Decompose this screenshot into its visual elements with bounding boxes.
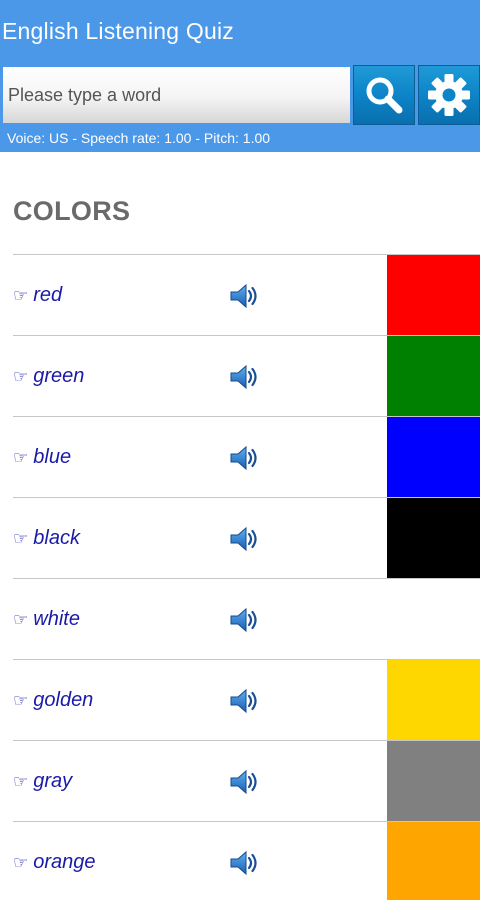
pointing-hand-icon: ☞ xyxy=(13,286,29,305)
word-link-golden[interactable]: ☞ golden xyxy=(13,660,93,740)
pointing-hand-icon: ☞ xyxy=(13,691,29,710)
search-icon xyxy=(366,77,403,114)
word-link-gray[interactable]: ☞ gray xyxy=(13,741,72,821)
word-label: green xyxy=(33,364,85,387)
word-row: ☞ blue xyxy=(13,417,480,498)
color-swatch-green xyxy=(387,336,480,416)
speaker-icon[interactable] xyxy=(229,443,263,473)
word-label: gray xyxy=(33,769,73,792)
speaker-icon[interactable] xyxy=(229,767,263,797)
speaker-icon[interactable] xyxy=(229,281,263,311)
word-row: ☞ white xyxy=(13,579,480,660)
word-link-orange[interactable]: ☞ orange xyxy=(13,822,96,900)
word-list: ☞ red ☞ green ☞ blue ☞ black ☞ white ☞ golden ☞ gray ☞… xyxy=(13,254,480,900)
word-row: ☞ golden xyxy=(13,660,480,741)
color-swatch-blue xyxy=(387,417,480,497)
search-button[interactable] xyxy=(353,65,415,125)
app-root: English Listening Quiz Please type a wor… xyxy=(0,0,480,900)
color-swatch-golden xyxy=(387,660,480,740)
word-link-black[interactable]: ☞ black xyxy=(13,498,80,578)
word-row: ☞ red xyxy=(13,255,480,336)
word-label: orange xyxy=(33,850,96,873)
speaker-icon[interactable] xyxy=(229,605,263,635)
color-swatch-red xyxy=(387,255,480,335)
word-row: ☞ green xyxy=(13,336,480,417)
word-link-green[interactable]: ☞ green xyxy=(13,336,84,416)
color-swatch-black xyxy=(387,498,480,578)
word-row: ☞ black xyxy=(13,498,480,579)
color-swatch-orange xyxy=(387,822,480,900)
section-title: COLORS xyxy=(13,196,131,226)
word-row: ☞ gray xyxy=(13,741,480,822)
word-link-red[interactable]: ☞ red xyxy=(13,255,62,335)
speaker-icon[interactable] xyxy=(229,686,263,716)
color-swatch-white xyxy=(387,579,480,659)
voice-settings-text: Voice: US - Speech rate: 1.00 - Pitch: 1… xyxy=(7,130,271,146)
search-input[interactable] xyxy=(3,67,350,123)
pointing-hand-icon: ☞ xyxy=(13,772,29,791)
word-link-blue[interactable]: ☞ blue xyxy=(13,417,71,497)
pointing-hand-icon: ☞ xyxy=(13,610,29,629)
word-link-white[interactable]: ☞ white xyxy=(13,579,80,659)
color-swatch-gray xyxy=(387,741,480,821)
word-label: blue xyxy=(33,445,72,468)
gear-icon xyxy=(428,74,470,116)
speaker-icon[interactable] xyxy=(229,848,263,878)
word-label: white xyxy=(33,607,80,630)
word-label: golden xyxy=(33,688,94,711)
app-title: English Listening Quiz xyxy=(2,18,234,44)
pointing-hand-icon: ☞ xyxy=(13,448,29,467)
pointing-hand-icon: ☞ xyxy=(13,529,29,548)
pointing-hand-icon: ☞ xyxy=(13,853,29,872)
word-row: ☞ orange xyxy=(13,822,480,900)
word-label: red xyxy=(33,283,63,306)
pointing-hand-icon: ☞ xyxy=(13,367,29,386)
header: English Listening Quiz Please type a wor… xyxy=(0,0,480,152)
speaker-icon[interactable] xyxy=(229,524,263,554)
word-label: black xyxy=(33,526,80,549)
speaker-icon[interactable] xyxy=(229,362,263,392)
settings-button[interactable] xyxy=(418,65,480,125)
